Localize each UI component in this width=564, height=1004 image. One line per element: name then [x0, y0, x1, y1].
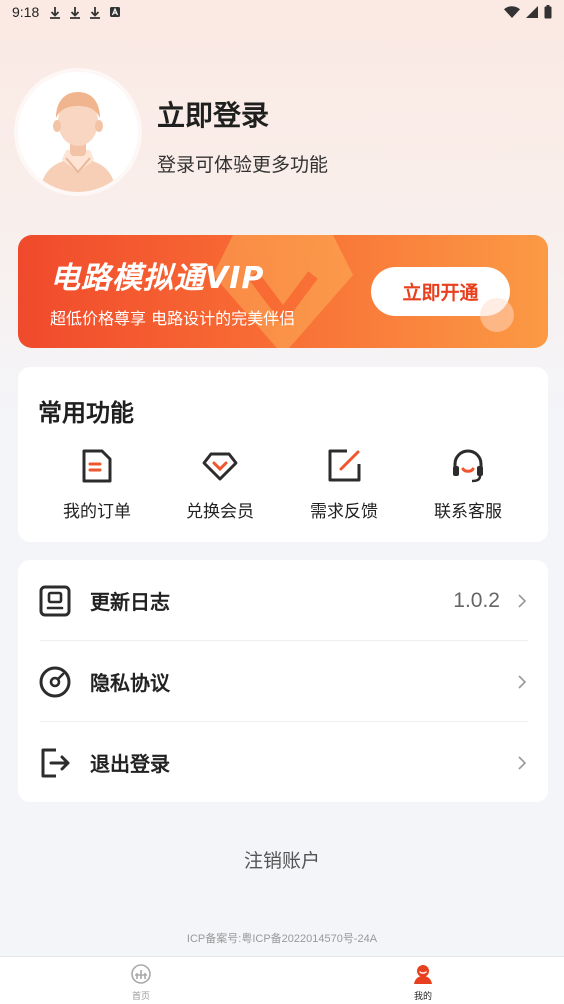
redeem-member-button[interactable]: 兑换会员 [160, 447, 280, 527]
avatar-illustration-icon [18, 72, 138, 192]
vip-button-decoration [480, 298, 514, 332]
feedback-button[interactable]: 需求反馈 [284, 447, 404, 527]
header-background [0, 0, 564, 420]
login-subtitle: 登录可体验更多功能 [157, 154, 329, 176]
privacy-icon [39, 666, 71, 697]
tab-home[interactable]: 首页 [0, 957, 282, 1004]
download-icon [70, 6, 81, 19]
chevron-right-icon [518, 593, 527, 608]
contact-service-label: 联系客服 [434, 502, 502, 522]
chevron-right-icon [518, 755, 527, 770]
privacy-label: 隐私协议 [90, 671, 170, 695]
list-item-changelog[interactable]: 更新日志 1.0.2 [38, 560, 528, 641]
vip-title: 电路模拟通VIP [50, 261, 265, 296]
tab-mine-label: 我的 [413, 992, 432, 1002]
battery-icon [544, 5, 552, 19]
download-icon [90, 6, 101, 19]
wifi-icon [504, 6, 520, 18]
headset-icon [453, 449, 483, 483]
redeem-member-label: 兑换会员 [186, 502, 254, 522]
edit-icon [328, 449, 361, 482]
tab-mine[interactable]: 我的 [282, 957, 564, 1004]
order-icon [82, 449, 112, 483]
status-time: 9:18 [12, 4, 40, 20]
common-functions-card: 常用功能 我的订单 兑换会员 需求反馈 联系客服 [18, 367, 548, 542]
system-icons [504, 5, 552, 19]
notification-icons [49, 6, 121, 19]
tab-home-label: 首页 [131, 992, 150, 1002]
log-icon [39, 585, 71, 616]
app-notification-icon [110, 7, 121, 17]
vip-banner[interactable]: 电路模拟通VIP 超低价格尊享 电路设计的完美伴侣 立即开通 [18, 235, 548, 348]
user-icon [414, 965, 432, 984]
contact-service-button[interactable]: 联系客服 [408, 447, 528, 527]
list-item-privacy[interactable]: 隐私协议 [38, 641, 528, 722]
version-value: 1.0.2 [453, 588, 500, 612]
status-bar: 9:18 [0, 0, 564, 24]
feedback-label: 需求反馈 [310, 502, 378, 522]
logout-icon [41, 748, 70, 777]
common-functions-title: 常用功能 [38, 399, 134, 427]
avatar[interactable] [18, 72, 138, 192]
icp-record: ICP备案号:粤ICP备2022014570号-24A [186, 933, 378, 945]
cancel-account-link[interactable]: 注销账户 [0, 846, 564, 873]
diamond-icon [202, 452, 238, 481]
list-item-logout[interactable]: 退出登录 [38, 722, 528, 803]
bottom-tab-bar: 首页 我的 [0, 956, 564, 1004]
settings-list-card: 更新日志 1.0.2 隐私协议 退出登录 [18, 560, 548, 802]
chevron-right-icon [518, 674, 527, 689]
changelog-label: 更新日志 [90, 590, 170, 614]
vip-subtitle: 超低价格尊享 电路设计的完美伴侣 [50, 309, 296, 328]
my-orders-label: 我的订单 [63, 502, 131, 522]
my-orders-button[interactable]: 我的订单 [37, 447, 157, 527]
download-icon [50, 6, 61, 19]
home-icon [131, 964, 151, 984]
signal-icon [526, 6, 538, 18]
logout-label: 退出登录 [90, 752, 170, 776]
login-title[interactable]: 立即登录 [157, 94, 269, 134]
